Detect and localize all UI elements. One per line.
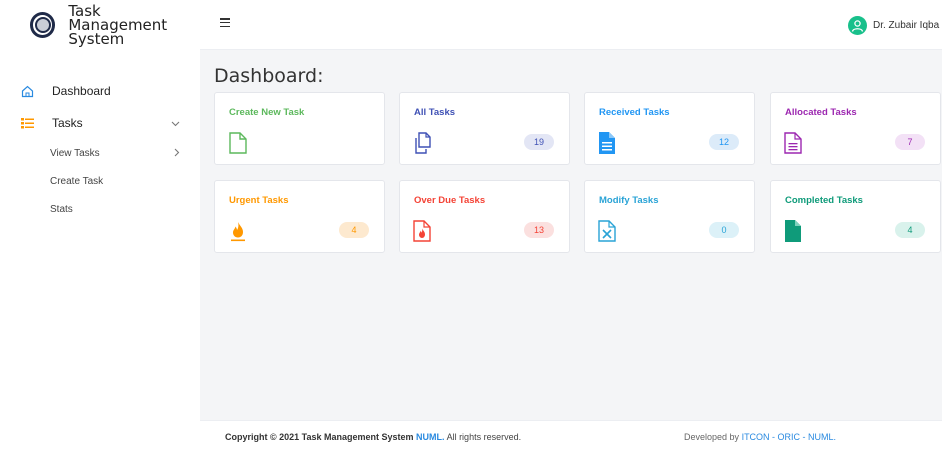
file-filled-icon xyxy=(784,220,804,242)
count-badge: 19 xyxy=(524,134,554,150)
footer-dev-links[interactable]: ITCON - ORIC - NUML. xyxy=(742,432,837,442)
card-allocated-tasks[interactable]: Allocated Tasks 7 xyxy=(770,92,941,165)
sidebar-item-tasks[interactable]: Tasks xyxy=(0,107,200,139)
card-title: Completed Tasks xyxy=(785,195,863,206)
card-modify-tasks[interactable]: Modify Tasks 0 xyxy=(584,180,755,253)
count-badge: 12 xyxy=(709,134,739,150)
document-icon xyxy=(598,132,618,154)
fire-icon xyxy=(228,220,248,242)
sidebar-subitem-stats[interactable]: Stats xyxy=(0,195,200,223)
footer-brand-link[interactable]: NUML. xyxy=(416,432,445,442)
university-logo xyxy=(30,12,56,38)
card-create-new-task[interactable]: Create New Task xyxy=(214,92,385,165)
brand[interactable]: Task Management System xyxy=(0,0,200,50)
copy-icon xyxy=(413,132,433,154)
card-title: Create New Task xyxy=(229,107,305,118)
user-profile[interactable]: Dr. Zubair Iqba xyxy=(848,16,939,35)
menu-toggle-icon[interactable] xyxy=(220,18,230,27)
footer-copyright: Copyright © 2021 Task Management System … xyxy=(225,432,522,442)
sidebar-subitem-view-tasks[interactable]: View Tasks xyxy=(0,139,200,167)
footer-developed-by: Developed by ITCON - ORIC - NUML. xyxy=(684,432,837,442)
sidebar-subitem-create-task[interactable]: Create Task xyxy=(0,167,200,195)
card-title: Received Tasks xyxy=(599,107,670,118)
card-over-due-tasks[interactable]: Over Due Tasks 13 xyxy=(399,180,570,253)
count-badge: 4 xyxy=(339,222,369,238)
card-title: Modify Tasks xyxy=(599,195,659,206)
sidebar-item-dashboard[interactable]: Dashboard xyxy=(0,75,200,107)
card-all-tasks[interactable]: All Tasks 19 xyxy=(399,92,570,165)
sidebar: Task Management System Dashboard Tasks V… xyxy=(0,0,200,450)
file-fire-icon xyxy=(413,220,433,242)
card-urgent-tasks[interactable]: Urgent Tasks 4 xyxy=(214,180,385,253)
count-badge: 7 xyxy=(895,134,925,150)
document-lines-icon xyxy=(784,132,804,154)
count-badge: 4 xyxy=(895,222,925,238)
card-received-tasks[interactable]: Received Tasks 12 xyxy=(584,92,755,165)
card-title: All Tasks xyxy=(414,107,456,118)
footer: Copyright © 2021 Task Management System … xyxy=(200,420,942,450)
card-completed-tasks[interactable]: Completed Tasks 4 xyxy=(770,180,941,253)
count-badge: 0 xyxy=(709,222,739,238)
card-title: Urgent Tasks xyxy=(229,195,289,206)
home-icon xyxy=(20,84,34,98)
sidebar-item-label: Dashboard xyxy=(52,84,111,98)
list-icon xyxy=(20,116,34,130)
top-header: Dr. Zubair Iqba xyxy=(200,0,942,50)
chevron-down-icon[interactable] xyxy=(171,116,180,130)
excel-file-icon xyxy=(598,220,618,242)
card-title: Allocated Tasks xyxy=(785,107,857,118)
sidebar-nav: Dashboard Tasks View Tasks Create Task S… xyxy=(0,50,200,223)
file-icon xyxy=(228,132,248,154)
chevron-right-icon[interactable] xyxy=(174,146,180,160)
sidebar-item-label: Tasks xyxy=(52,116,83,130)
count-badge: 13 xyxy=(524,222,554,238)
user-name: Dr. Zubair Iqba xyxy=(873,20,940,31)
brand-title: Task Management System xyxy=(68,2,168,48)
avatar xyxy=(848,16,867,35)
page-title: Dashboard: xyxy=(214,65,324,87)
card-title: Over Due Tasks xyxy=(414,195,486,206)
